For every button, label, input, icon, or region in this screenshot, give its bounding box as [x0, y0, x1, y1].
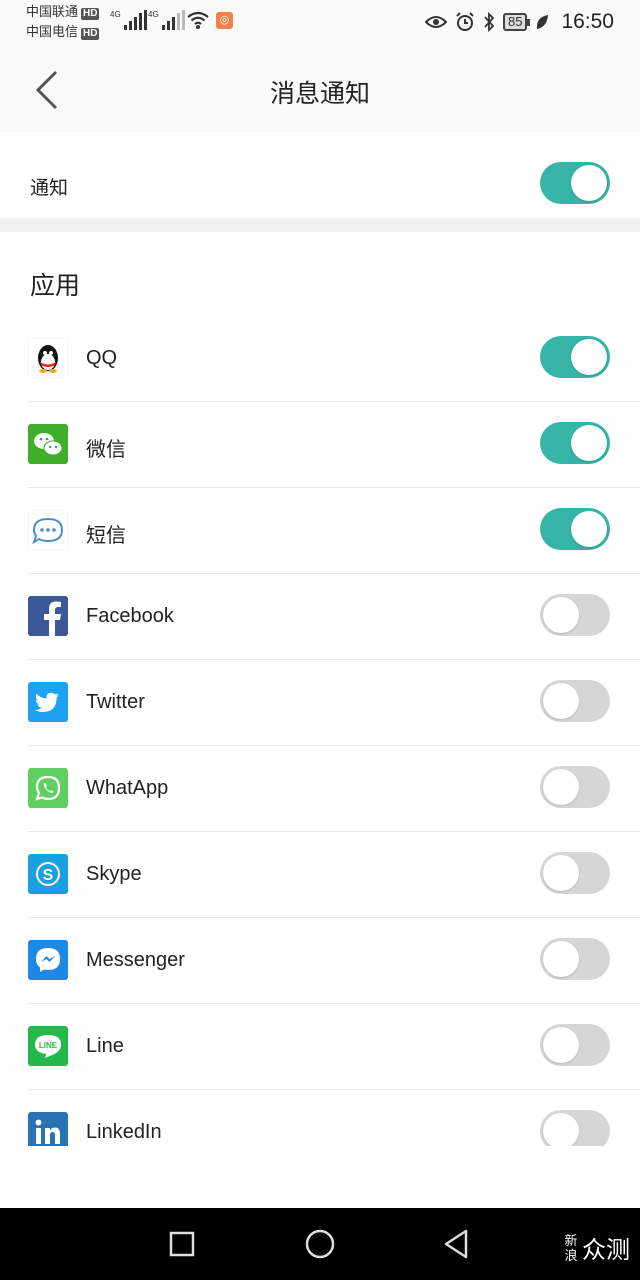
wifi-icon — [187, 11, 209, 29]
toggle-knob — [543, 1027, 579, 1063]
whatsapp-toggle[interactable] — [540, 766, 610, 808]
line-toggle[interactable] — [540, 1024, 610, 1066]
whatsapp-icon — [28, 768, 68, 808]
notification-toggle[interactable] — [540, 162, 610, 204]
app-name: Twitter — [86, 691, 145, 713]
toggle-knob — [571, 425, 607, 461]
leaf-icon — [537, 15, 549, 29]
page-title: 消息通知 — [269, 80, 370, 108]
bluetooth-icon — [484, 12, 495, 32]
app-row-whatsapp: WhatApp — [0, 746, 640, 832]
toggle-knob — [571, 339, 607, 375]
bottom-spacer — [0, 1146, 640, 1208]
system-nav-bar: 新浪 众测 — [0, 1208, 640, 1280]
toggle-knob — [571, 511, 607, 547]
app-row-skype: S Skype — [0, 832, 640, 918]
toggle-knob — [543, 769, 579, 805]
alarm-icon — [456, 12, 474, 31]
wechat-icon — [28, 424, 68, 464]
clock: 16:50 — [561, 10, 614, 33]
skype-toggle[interactable] — [540, 852, 610, 894]
status-bar: 中国联通 HD 中国电信 HD 4G 4G ◎ 85 16:50 — [0, 0, 640, 46]
svg-text:LINE: LINE — [39, 1041, 58, 1050]
toggle-knob — [543, 597, 579, 633]
app-row-facebook: Facebook — [0, 574, 640, 660]
toggle-knob — [543, 683, 579, 719]
messenger-toggle[interactable] — [540, 938, 610, 980]
eye-icon — [424, 16, 447, 28]
app-name: Facebook — [86, 605, 174, 627]
section-title: 应用 — [30, 272, 81, 300]
watermark-large: 众测 — [582, 1237, 630, 1264]
app-name: Skype — [86, 863, 142, 885]
toggle-knob — [543, 941, 579, 977]
twitter-toggle[interactable] — [540, 680, 610, 722]
app-name: 短信 — [86, 525, 126, 547]
app-row-qq: QQ — [0, 316, 640, 402]
app-name: WhatApp — [86, 777, 169, 799]
toggle-knob — [571, 165, 607, 201]
app-name: Messenger — [86, 949, 185, 971]
sms-toggle[interactable] — [540, 508, 610, 550]
carrier-2: 中国电信 HD — [26, 24, 100, 40]
facebook-toggle[interactable] — [540, 594, 610, 636]
app-name: 微信 — [86, 439, 126, 461]
notification-row: 通知 — [0, 132, 640, 218]
back-triangle-icon[interactable] — [438, 1226, 474, 1262]
signal-icon-2: 4G — [148, 10, 185, 30]
signal-icon: 4G — [110, 10, 147, 30]
notification-label: 通知 — [30, 178, 69, 199]
app-notification-icon: ◎ — [216, 12, 233, 29]
svg-text:S: S — [43, 867, 54, 884]
line-icon: LINE — [28, 1026, 68, 1066]
app-name: QQ — [86, 347, 118, 369]
carrier-1: 中国联通 HD — [26, 4, 100, 20]
qq-toggle[interactable] — [540, 336, 610, 378]
messenger-icon — [28, 940, 68, 980]
watermark-small: 新浪 — [564, 1232, 578, 1263]
sms-icon — [28, 510, 68, 550]
wechat-toggle[interactable] — [540, 422, 610, 464]
linkedin-icon — [28, 1112, 68, 1146]
battery-indicator: 85 — [502, 13, 531, 31]
app-row-line: LINE Line — [0, 1004, 640, 1090]
home-icon[interactable] — [302, 1226, 338, 1262]
app-row-twitter: Twitter — [0, 660, 640, 746]
twitter-icon — [28, 682, 68, 722]
app-row-sms: 短信 — [0, 488, 640, 574]
app-list: QQ 微信 短信 Facebook Twitter WhatApp S Skyp… — [0, 316, 640, 1146]
app-name: LinkedIn — [86, 1121, 162, 1143]
app-row-messenger: Messenger — [0, 918, 640, 1004]
app-row-linkedin: LinkedIn — [0, 1090, 640, 1146]
linkedin-toggle[interactable] — [540, 1110, 610, 1146]
recent-apps-icon[interactable] — [164, 1226, 200, 1262]
toggle-knob — [543, 855, 579, 891]
qq-icon — [28, 338, 68, 378]
facebook-icon — [28, 596, 68, 636]
app-name: Line — [86, 1035, 124, 1057]
toggle-knob — [543, 1113, 579, 1146]
watermark: 新浪 众测 — [564, 1230, 630, 1265]
apps-section-header: 应用 — [0, 232, 640, 318]
section-divider — [0, 218, 640, 232]
header: 消息通知 — [0, 46, 640, 132]
app-row-wechat: 微信 — [0, 402, 640, 488]
skype-icon: S — [28, 854, 68, 894]
